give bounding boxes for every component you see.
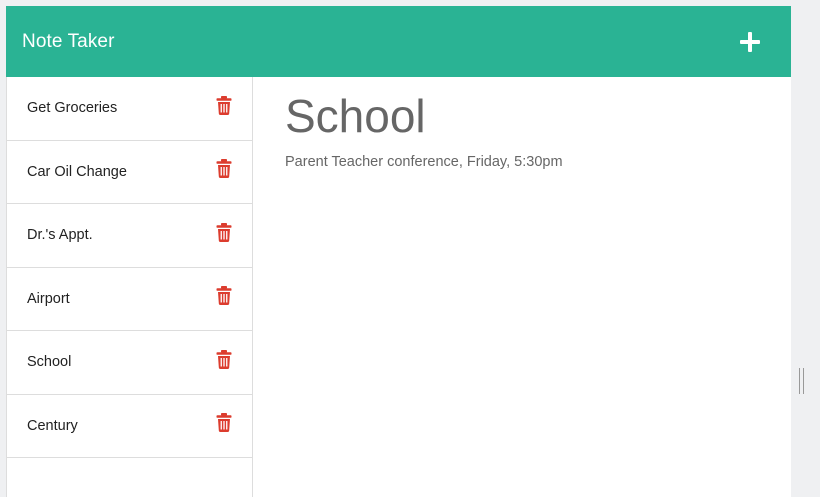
list-item[interactable]: School <box>7 331 252 395</box>
note-sidebar: Get Groceries Car Oil Change Dr.'s Appt. Ai… <box>6 77 253 497</box>
list-item[interactable]: Car Oil Change <box>7 141 252 204</box>
note-title[interactable]: School <box>285 91 791 142</box>
list-item[interactable]: Airport <box>7 268 252 331</box>
note-view: School Parent Teacher conference, Friday… <box>253 77 791 497</box>
note-item-label: School <box>27 354 72 371</box>
trash-icon[interactable] <box>216 349 232 369</box>
note-item-label: Get Groceries <box>27 100 118 117</box>
note-item-label: Century <box>27 417 78 434</box>
list-item[interactable]: Get Groceries <box>7 77 252 141</box>
trash-icon[interactable] <box>216 159 232 179</box>
trash-icon[interactable] <box>216 95 232 115</box>
navbar: Note Taker <box>6 6 791 77</box>
plus-icon[interactable] <box>737 29 763 55</box>
trash-icon[interactable] <box>216 413 232 433</box>
resize-handle[interactable] <box>799 368 804 394</box>
note-item-label: Dr.'s Appt. <box>27 227 93 244</box>
list-item[interactable]: Dr.'s Appt. <box>7 204 252 268</box>
trash-icon[interactable] <box>216 286 232 306</box>
list-item[interactable]: Century <box>7 395 252 458</box>
app-title[interactable]: Note Taker <box>22 31 115 53</box>
note-item-label: Airport <box>27 290 70 307</box>
note-list: Get Groceries Car Oil Change Dr.'s Appt. Ai… <box>7 77 252 458</box>
trash-icon[interactable] <box>216 222 232 242</box>
note-item-label: Car Oil Change <box>27 163 127 180</box>
note-text[interactable]: Parent Teacher conference, Friday, 5:30p… <box>285 154 791 170</box>
app-window: Note Taker Get Groceries Car Oil Change Dr… <box>6 6 791 497</box>
